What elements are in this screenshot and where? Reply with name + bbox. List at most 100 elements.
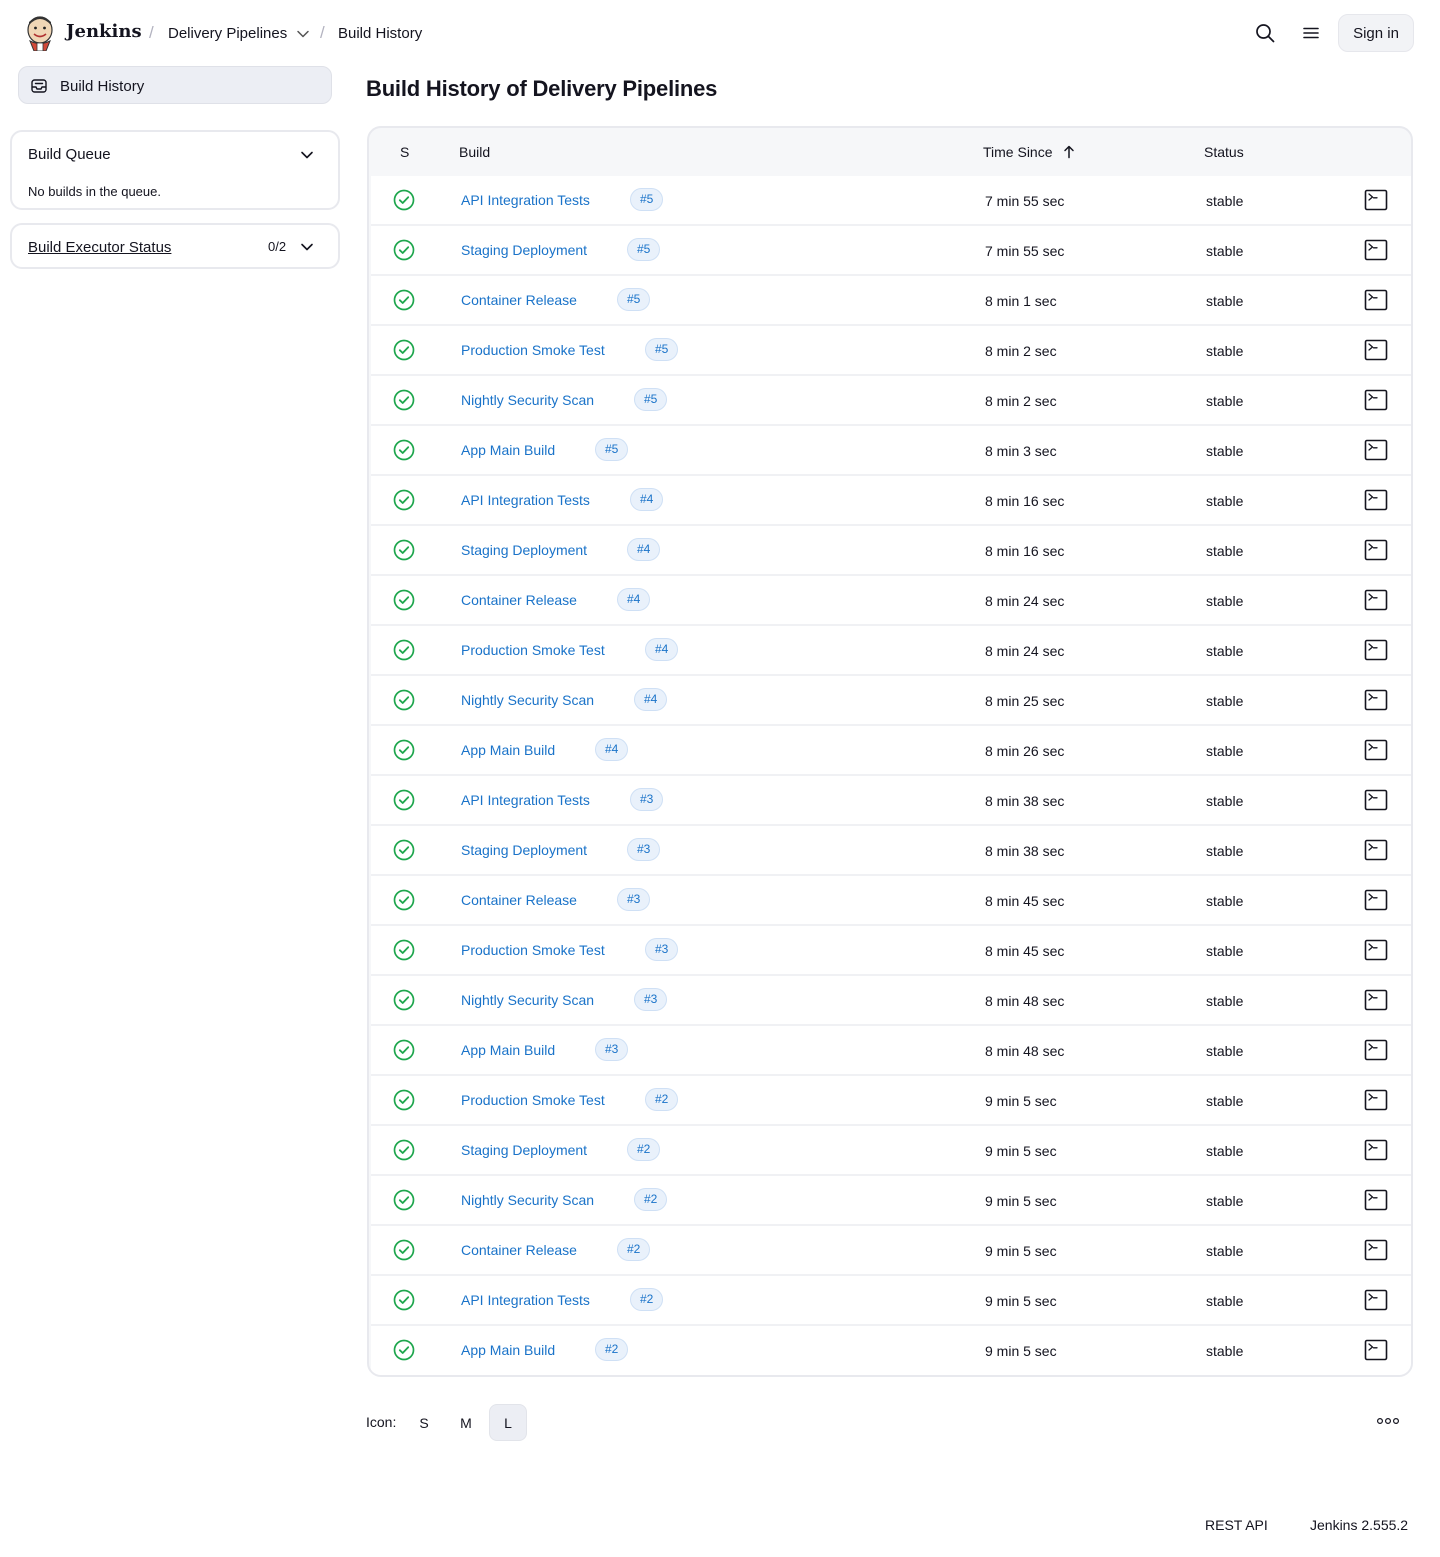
terminal-icon[interactable] (1364, 989, 1388, 1011)
job-link[interactable]: Nightly Security Scan (461, 692, 594, 708)
build-number-badge[interactable]: #5 (617, 288, 651, 311)
build-number-badge[interactable]: #2 (634, 1188, 668, 1211)
build-number-badge[interactable]: #4 (595, 738, 629, 761)
check-circle-icon[interactable] (393, 1139, 415, 1161)
job-link[interactable]: Container Release (461, 292, 577, 308)
terminal-icon[interactable] (1364, 889, 1388, 911)
terminal-icon[interactable] (1364, 239, 1388, 261)
job-link[interactable]: Container Release (461, 892, 577, 908)
check-circle-icon[interactable] (393, 439, 415, 461)
check-circle-icon[interactable] (393, 839, 415, 861)
check-circle-icon[interactable] (393, 889, 415, 911)
terminal-icon[interactable] (1364, 1239, 1388, 1261)
check-circle-icon[interactable] (393, 1289, 415, 1311)
terminal-icon[interactable] (1364, 189, 1388, 211)
check-circle-icon[interactable] (393, 489, 415, 511)
check-circle-icon[interactable] (393, 539, 415, 561)
chevron-down-icon[interactable] (300, 240, 314, 254)
jenkins-logo-icon[interactable] (24, 13, 56, 51)
build-number-badge[interactable]: #4 (634, 688, 668, 711)
job-link[interactable]: API Integration Tests (461, 1292, 590, 1308)
terminal-icon[interactable] (1364, 1339, 1388, 1361)
terminal-icon[interactable] (1364, 839, 1388, 861)
check-circle-icon[interactable] (393, 239, 415, 261)
job-link[interactable]: Nightly Security Scan (461, 992, 594, 1008)
build-executor-status-link[interactable]: Build Executor Status (28, 239, 171, 256)
build-number-badge[interactable]: #3 (630, 788, 664, 811)
check-circle-icon[interactable] (393, 189, 415, 211)
check-circle-icon[interactable] (393, 639, 415, 661)
terminal-icon[interactable] (1364, 1289, 1388, 1311)
check-circle-icon[interactable] (393, 1189, 415, 1211)
job-link[interactable]: Production Smoke Test (461, 342, 605, 358)
terminal-icon[interactable] (1364, 489, 1388, 511)
check-circle-icon[interactable] (393, 1339, 415, 1361)
breadcrumb-delivery-pipelines[interactable]: Delivery Pipelines (168, 25, 287, 42)
build-number-badge[interactable]: #3 (595, 1038, 629, 1061)
job-link[interactable]: Production Smoke Test (461, 642, 605, 658)
rest-api-link[interactable]: REST API (1205, 1517, 1268, 1533)
check-circle-icon[interactable] (393, 989, 415, 1011)
build-number-badge[interactable]: #3 (617, 888, 651, 911)
terminal-icon[interactable] (1364, 1039, 1388, 1061)
job-link[interactable]: App Main Build (461, 1342, 555, 1358)
job-link[interactable]: API Integration Tests (461, 192, 590, 208)
job-link[interactable]: API Integration Tests (461, 492, 590, 508)
job-link[interactable]: Nightly Security Scan (461, 1192, 594, 1208)
chevron-down-icon[interactable] (300, 148, 314, 162)
sidebar-item-build-history[interactable]: Build History (18, 66, 332, 104)
check-circle-icon[interactable] (393, 389, 415, 411)
build-number-badge[interactable]: #4 (627, 538, 661, 561)
arrow-up-icon[interactable] (1063, 145, 1075, 159)
ellipsis-icon[interactable] (1376, 1414, 1400, 1428)
check-circle-icon[interactable] (393, 1089, 415, 1111)
job-link[interactable]: Container Release (461, 1242, 577, 1258)
build-number-badge[interactable]: #2 (630, 1288, 664, 1311)
build-queue-title[interactable]: Build Queue (28, 146, 111, 163)
job-link[interactable]: Staging Deployment (461, 1142, 587, 1158)
build-number-badge[interactable]: #4 (645, 638, 679, 661)
check-circle-icon[interactable] (393, 939, 415, 961)
sign-in-button[interactable]: Sign in (1338, 14, 1414, 52)
terminal-icon[interactable] (1364, 1189, 1388, 1211)
column-header-status[interactable]: Status (1204, 144, 1244, 160)
terminal-icon[interactable] (1364, 789, 1388, 811)
chevron-down-icon[interactable] (296, 27, 310, 41)
check-circle-icon[interactable] (393, 289, 415, 311)
brand-name[interactable]: Jenkins (66, 21, 142, 42)
check-circle-icon[interactable] (393, 589, 415, 611)
build-number-badge[interactable]: #5 (595, 438, 629, 461)
terminal-icon[interactable] (1364, 689, 1388, 711)
job-link[interactable]: Staging Deployment (461, 542, 587, 558)
build-number-badge[interactable]: #2 (645, 1088, 679, 1111)
job-link[interactable]: App Main Build (461, 1042, 555, 1058)
job-link[interactable]: Container Release (461, 592, 577, 608)
column-header-time-since[interactable]: Time Since (983, 144, 1053, 160)
job-link[interactable]: App Main Build (461, 442, 555, 458)
check-circle-icon[interactable] (393, 789, 415, 811)
icon-size-m-button[interactable]: M (447, 1404, 485, 1441)
check-circle-icon[interactable] (393, 339, 415, 361)
job-link[interactable]: Production Smoke Test (461, 942, 605, 958)
build-number-badge[interactable]: #4 (630, 488, 664, 511)
column-header-build[interactable]: Build (459, 144, 490, 160)
job-link[interactable]: App Main Build (461, 742, 555, 758)
terminal-icon[interactable] (1364, 339, 1388, 361)
terminal-icon[interactable] (1364, 739, 1388, 761)
build-number-badge[interactable]: #2 (627, 1138, 661, 1161)
terminal-icon[interactable] (1364, 589, 1388, 611)
column-header-status-icon[interactable]: S (400, 144, 409, 160)
check-circle-icon[interactable] (393, 1039, 415, 1061)
build-number-badge[interactable]: #5 (645, 338, 679, 361)
build-number-badge[interactable]: #5 (634, 388, 668, 411)
check-circle-icon[interactable] (393, 1239, 415, 1261)
icon-size-s-button[interactable]: S (405, 1404, 443, 1441)
breadcrumb-build-history[interactable]: Build History (338, 25, 422, 42)
jenkins-version-link[interactable]: Jenkins 2.555.2 (1310, 1517, 1408, 1533)
build-number-badge[interactable]: #3 (645, 938, 679, 961)
build-number-badge[interactable]: #4 (617, 588, 651, 611)
job-link[interactable]: Production Smoke Test (461, 1092, 605, 1108)
build-number-badge[interactable]: #3 (634, 988, 668, 1011)
build-number-badge[interactable]: #5 (627, 238, 661, 261)
terminal-icon[interactable] (1364, 539, 1388, 561)
